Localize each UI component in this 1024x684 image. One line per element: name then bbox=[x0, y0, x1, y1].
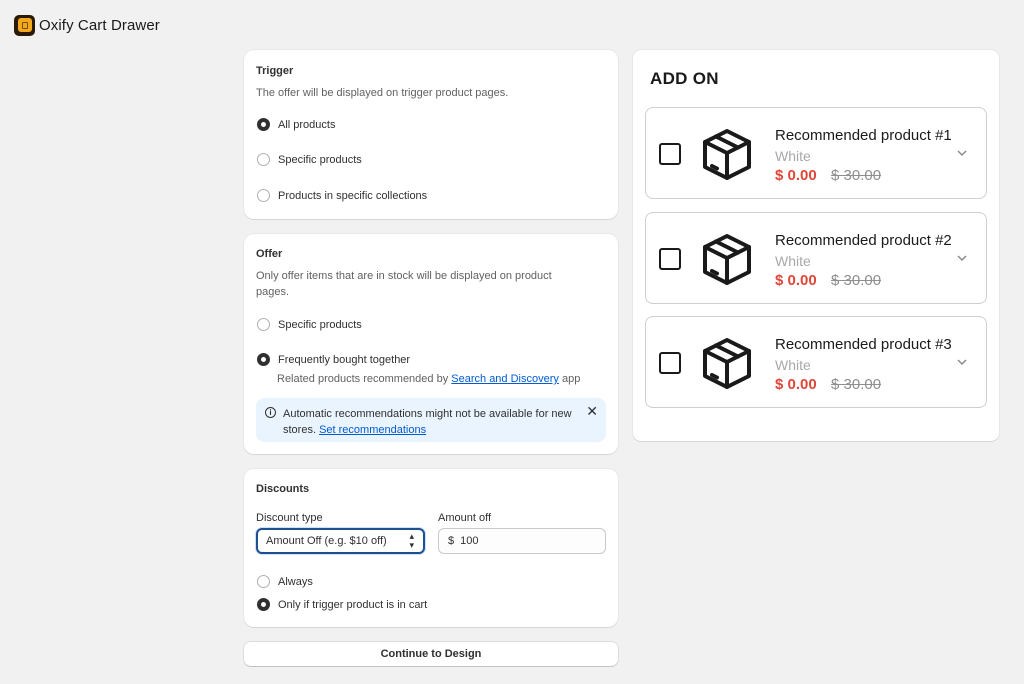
app-header: Oxify Cart Drawer bbox=[0, 0, 1024, 50]
trigger-description: The offer will be displayed on trigger p… bbox=[256, 87, 509, 99]
product-checkbox[interactable] bbox=[659, 352, 681, 374]
discount-option-trigger-in-cart[interactable]: Only if trigger product is in cart bbox=[257, 598, 427, 611]
trigger-option-all-products[interactable]: All products bbox=[257, 118, 335, 131]
amount-off-label: Amount off bbox=[438, 512, 491, 524]
select-arrows-icon: ▴ ▾ bbox=[409, 531, 414, 550]
related-prefix: Related products recommended by bbox=[277, 373, 449, 385]
discount-type-value: Amount Off (e.g. $10 off) bbox=[266, 535, 387, 547]
radio-label: All products bbox=[278, 118, 336, 131]
currency-prefix: $ bbox=[448, 535, 455, 547]
chevron-down-icon[interactable] bbox=[955, 355, 969, 369]
chevron-down-icon[interactable] bbox=[955, 251, 969, 265]
product-variant: White bbox=[775, 253, 811, 269]
addon-title: ADD ON bbox=[650, 69, 719, 88]
close-icon[interactable]: ✕ bbox=[586, 403, 598, 419]
product-name: Recommended product #2 bbox=[775, 232, 952, 249]
radio-icon[interactable] bbox=[257, 575, 270, 588]
product-card: Recommended product #2 White $ 0.00 $ 30… bbox=[645, 212, 987, 304]
radio-icon[interactable] bbox=[257, 189, 270, 202]
product-variant: White bbox=[775, 357, 811, 373]
radio-selected-icon[interactable] bbox=[257, 598, 270, 611]
discounts-title: Discounts bbox=[256, 483, 310, 495]
trigger-title: Trigger bbox=[256, 65, 294, 77]
banner-text: Automatic recommendations might not be a… bbox=[283, 406, 583, 438]
info-banner: i Automatic recommendations might not be… bbox=[256, 398, 606, 442]
discount-option-always[interactable]: Always bbox=[257, 575, 313, 588]
radio-icon[interactable] bbox=[257, 153, 270, 166]
radio-icon[interactable] bbox=[257, 318, 270, 331]
trigger-option-specific-products[interactable]: Specific products bbox=[257, 153, 362, 166]
product-name: Recommended product #3 bbox=[775, 336, 952, 353]
product-name: Recommended product #1 bbox=[775, 127, 952, 144]
trigger-option-specific-collections[interactable]: Products in specific collections bbox=[257, 189, 427, 202]
amount-value: 100 bbox=[460, 535, 479, 547]
radio-label: Specific products bbox=[278, 318, 362, 331]
offer-description: Only offer items that are in stock will … bbox=[256, 270, 552, 298]
offer-card: Offer Only offer items that are in stock… bbox=[244, 234, 618, 454]
product-checkbox[interactable] bbox=[659, 248, 681, 270]
amount-off-input[interactable]: $ 100 bbox=[438, 528, 606, 554]
box-icon bbox=[703, 234, 751, 285]
discount-type-label: Discount type bbox=[256, 512, 323, 524]
info-icon: i bbox=[265, 407, 276, 418]
box-icon bbox=[703, 338, 751, 389]
continue-to-design-button[interactable]: Continue to Design bbox=[244, 642, 618, 666]
radio-label: Specific products bbox=[278, 153, 362, 166]
radio-label: Always bbox=[278, 575, 313, 588]
product-compare-price: $ 30.00 bbox=[831, 167, 882, 184]
product-card: Recommended product #3 White $ 0.00 $ 30… bbox=[645, 316, 987, 408]
offer-title: Offer bbox=[256, 248, 283, 260]
set-recommendations-link[interactable]: Set recommendations bbox=[319, 424, 426, 436]
offer-option-frequently-bought[interactable]: Frequently bought together bbox=[257, 353, 410, 366]
radio-selected-icon[interactable] bbox=[257, 118, 270, 131]
product-price: $ 0.00 bbox=[775, 167, 817, 184]
radio-selected-icon[interactable] bbox=[257, 353, 270, 366]
radio-label: Only if trigger product is in cart bbox=[278, 598, 428, 611]
product-checkbox[interactable] bbox=[659, 143, 681, 165]
app-logo-icon bbox=[14, 14, 35, 36]
addon-preview-card: ADD ON Recommended product #1 White $ 0.… bbox=[633, 50, 999, 441]
discounts-card: Discounts Discount type Amount off Amoun… bbox=[244, 469, 618, 627]
radio-label: Frequently bought together bbox=[278, 353, 411, 366]
trigger-card: Trigger The offer will be displayed on t… bbox=[244, 50, 618, 219]
box-icon bbox=[703, 129, 751, 180]
related-suffix: app bbox=[561, 373, 581, 385]
app-title: Oxify Cart Drawer bbox=[39, 16, 160, 34]
product-card: Recommended product #1 White $ 0.00 $ 30… bbox=[645, 107, 987, 199]
product-compare-price: $ 30.00 bbox=[831, 272, 882, 289]
product-price: $ 0.00 bbox=[775, 272, 817, 289]
related-products-note: Related products recommended by Search a… bbox=[277, 371, 580, 387]
product-compare-price: $ 30.00 bbox=[831, 376, 882, 393]
product-price: $ 0.00 bbox=[775, 376, 817, 393]
offer-option-specific-products[interactable]: Specific products bbox=[257, 318, 362, 331]
product-variant: White bbox=[775, 148, 811, 164]
chevron-down-icon[interactable] bbox=[955, 146, 969, 160]
radio-label: Products in specific collections bbox=[278, 189, 428, 202]
search-discovery-link[interactable]: Search and Discovery bbox=[451, 373, 559, 385]
discount-type-select[interactable]: Amount Off (e.g. $10 off) ▴ ▾ bbox=[256, 528, 425, 554]
